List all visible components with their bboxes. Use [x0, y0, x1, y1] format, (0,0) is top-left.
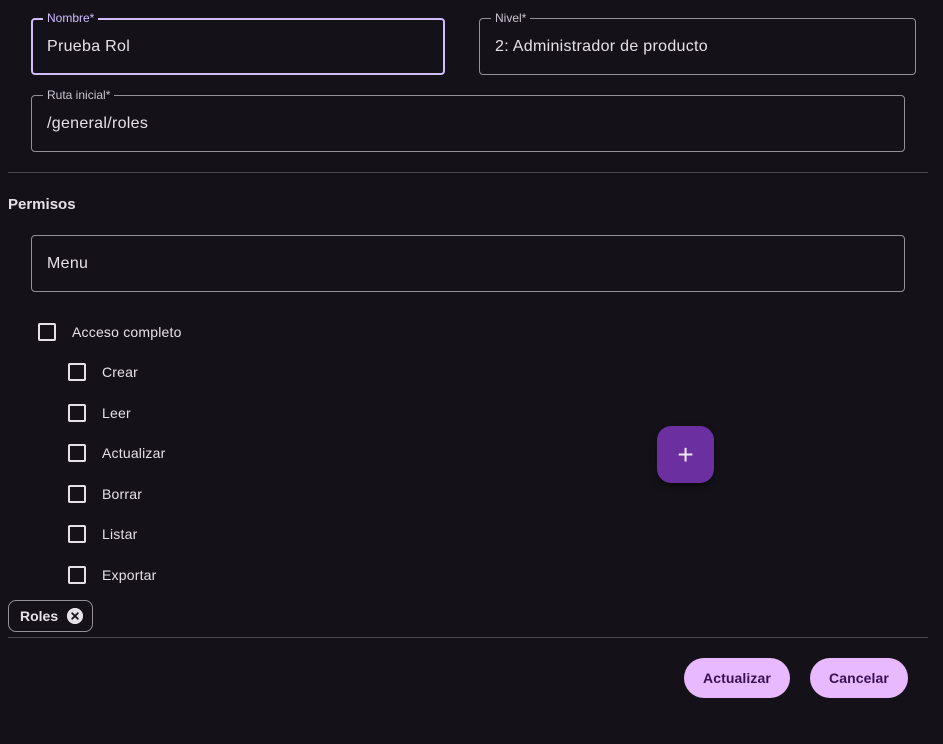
- nivel-label: Nivel*: [491, 11, 531, 25]
- nivel-value: 2: Administrador de producto: [495, 38, 708, 55]
- update-button[interactable]: Actualizar: [684, 658, 790, 698]
- role-edit-form: Nombre* Prueba Rol Nivel* 2: Administrad…: [0, 0, 943, 744]
- ruta-inicial-field[interactable]: Ruta inicial* /general/roles: [31, 88, 905, 152]
- cancel-button[interactable]: Cancelar: [810, 658, 908, 698]
- leer-label: Leer: [102, 405, 131, 421]
- permisos-title: Permisos: [8, 196, 76, 213]
- checkbox-borrar[interactable]: Borrar: [68, 484, 142, 504]
- nombre-label: Nombre*: [43, 11, 99, 25]
- roles-chip[interactable]: Roles: [8, 600, 94, 632]
- close-icon[interactable]: [67, 608, 84, 624]
- divider-top: [8, 172, 928, 173]
- checkbox-exportar[interactable]: Exportar: [68, 565, 157, 585]
- checkbox-icon[interactable]: [68, 404, 86, 422]
- crear-label: Crear: [102, 364, 139, 380]
- checkbox-icon[interactable]: [68, 444, 86, 462]
- add-permission-button[interactable]: +: [657, 426, 714, 483]
- roles-chip-label: Roles: [20, 608, 59, 624]
- checkbox-leer[interactable]: Leer: [68, 403, 131, 423]
- checkbox-crear[interactable]: Crear: [68, 362, 138, 382]
- checkbox-icon[interactable]: [68, 525, 86, 543]
- checkbox-actualizar[interactable]: Actualizar: [68, 443, 165, 463]
- checkbox-icon[interactable]: [68, 566, 86, 584]
- ruta-inicial-label: Ruta inicial*: [43, 88, 115, 102]
- listar-label: Listar: [102, 526, 138, 542]
- checkbox-acceso-completo[interactable]: Acceso completo: [38, 322, 182, 342]
- menu-value: Menu: [47, 255, 89, 272]
- nombre-field[interactable]: Nombre* Prueba Rol: [31, 11, 445, 75]
- checkbox-icon[interactable]: [68, 363, 86, 381]
- checkbox-icon[interactable]: [38, 323, 56, 341]
- nombre-value: Prueba Rol: [47, 38, 131, 55]
- checkbox-listar[interactable]: Listar: [68, 524, 137, 544]
- actualizar-label: Actualizar: [102, 445, 166, 461]
- divider-bottom: [8, 637, 928, 638]
- acceso-completo-label: Acceso completo: [72, 324, 182, 340]
- borrar-label: Borrar: [102, 486, 143, 502]
- plus-icon: +: [677, 438, 694, 470]
- checkbox-icon[interactable]: [68, 485, 86, 503]
- menu-select[interactable]: Menu: [31, 235, 905, 292]
- nivel-select[interactable]: Nivel* 2: Administrador de producto: [479, 11, 916, 75]
- ruta-inicial-value: /general/roles: [47, 115, 149, 132]
- exportar-label: Exportar: [102, 567, 157, 583]
